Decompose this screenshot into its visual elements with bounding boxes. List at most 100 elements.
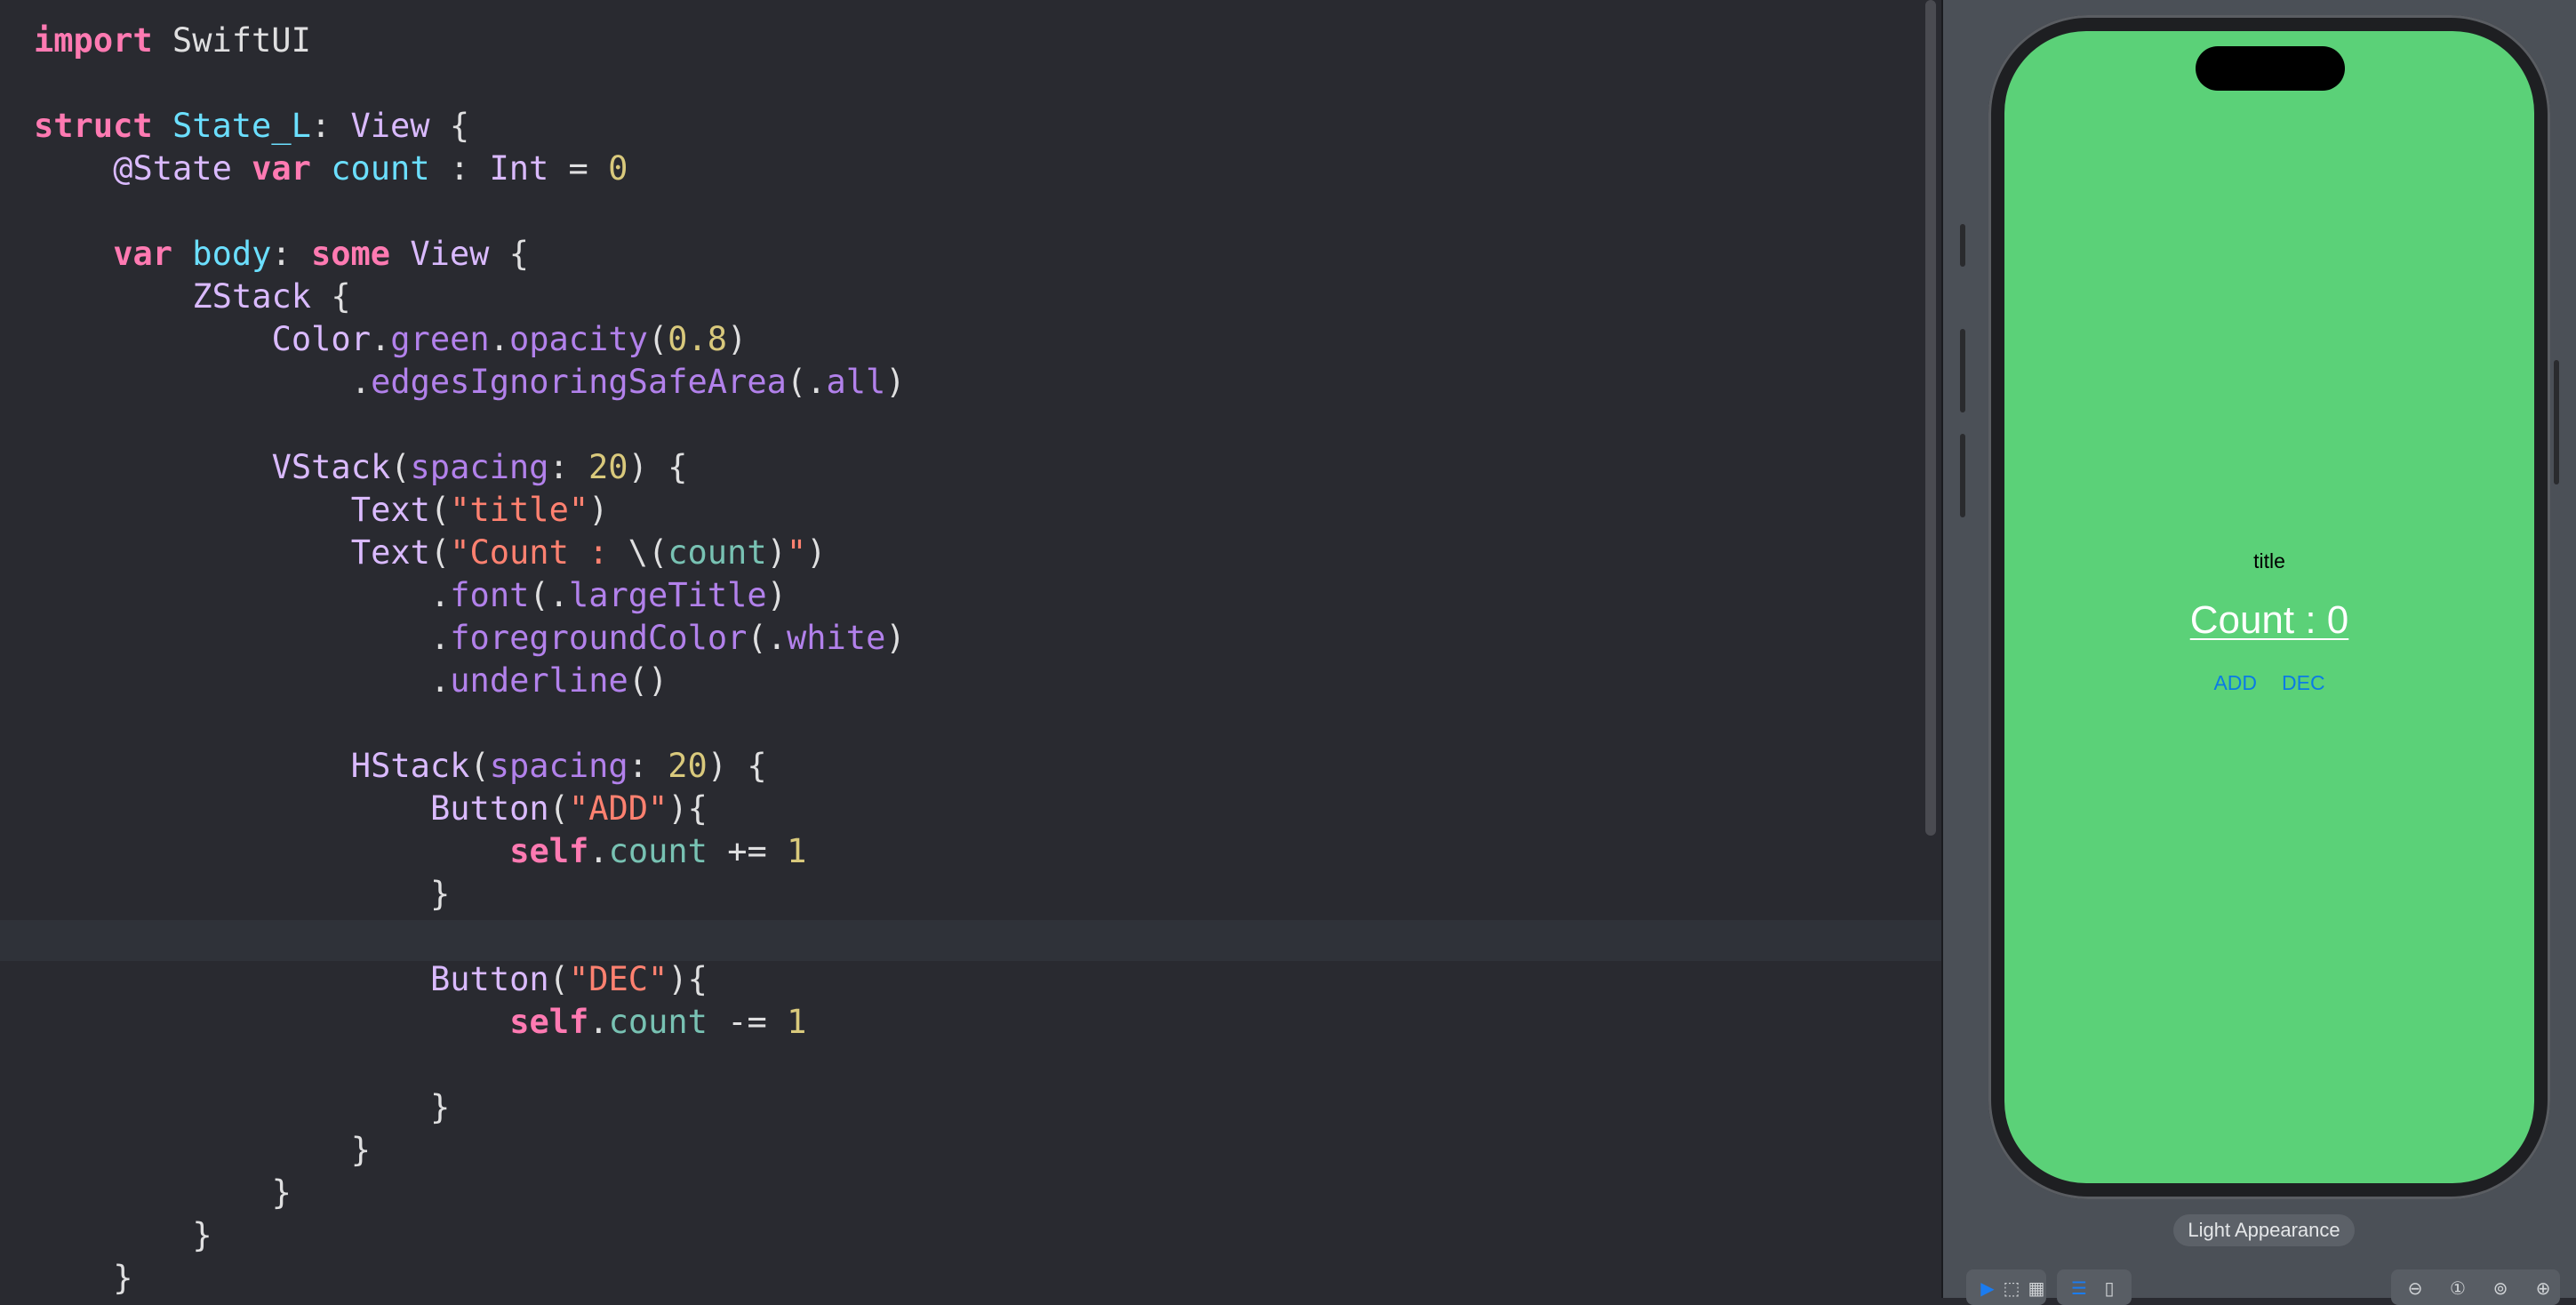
code-token: ){ [668,960,708,998]
code-line: HStack(spacing: 20) { [351,745,767,788]
code-token: edgesIgnoringSafeArea [371,363,787,401]
code-token: ( [647,320,668,358]
action-button [1960,224,1965,267]
code-token: . [489,320,509,358]
code-token: : [271,235,311,273]
code-line: self.count += 1 [509,830,806,873]
code-token: Color [271,320,371,358]
code-line: .edgesIgnoringSafeArea(.all) [351,361,906,404]
code-token: count [608,1003,708,1041]
code-token: Int [489,149,549,188]
preview-canvas: title Count : 0 ADD DEC Light Appearance… [1943,0,2576,1305]
code-line: } [351,1129,371,1172]
code-token: underline [450,661,628,700]
code-line: var body: some View { [113,233,529,276]
code-token: } [113,1259,133,1297]
dec-button[interactable]: DEC [2282,671,2325,695]
code-line: ZStack { [192,276,350,318]
current-line-highlight [0,920,1941,961]
code-token: : [548,448,589,486]
code-token: import [34,21,153,60]
code-token: struct [34,107,153,145]
power-button [2554,360,2559,484]
code-token: ) [885,619,906,657]
title-text: title [2253,549,2285,572]
code-token: ) [885,363,906,401]
code-token: spacing [489,747,628,785]
code-token: { [311,277,351,316]
code-token: SwiftUI [152,21,311,60]
code-token: self [509,1003,589,1041]
code-token: = [548,149,609,188]
editor-scrollbar[interactable] [1925,0,1936,836]
code-token: 20 [588,448,628,486]
zoom-out-icon[interactable]: ⊖ [2405,1278,2425,1298]
code-token: ) [766,533,787,572]
code-token: "title" [450,491,589,529]
zoom-in-icon[interactable]: ⊕ [2533,1278,2553,1298]
code-token: " [786,533,807,572]
code-line: Button("DEC"){ [430,958,708,1001]
code-line: } [272,1172,292,1214]
code-token: } [350,1131,372,1169]
code-token: 1 [787,832,807,870]
code-token: foregroundColor [450,619,748,657]
code-token: ( [429,491,451,529]
code-token: . [350,363,372,401]
code-token: "Count : [450,533,628,572]
device-icon[interactable]: ▯ [2100,1278,2119,1298]
device-settings-icon[interactable]: ☰ [2069,1278,2089,1298]
code-token: . [370,320,391,358]
code-token: : [628,747,668,785]
code-token: all [826,363,886,401]
code-line: import SwiftUI [34,20,311,62]
code-token: ) { [628,448,688,486]
code-token: Text [350,491,430,529]
code-token: ( [469,747,490,785]
variants-icon[interactable]: ▦ [2027,1278,2046,1298]
appearance-badge[interactable]: Light Appearance [2173,1214,2355,1246]
code-line: .font(.largeTitle) [430,574,787,617]
volume-down-button [1960,434,1965,517]
code-token: VStack [271,448,391,486]
add-button[interactable]: ADD [2213,671,2257,695]
selectable-icon[interactable]: ⬚ [2002,1278,2021,1298]
device-settings-group [2057,1269,2132,1305]
code-line: Text("title") [351,489,609,532]
count-label: Count : 0 [2189,598,2349,642]
zoom-fit-icon[interactable]: ⊚ [2491,1278,2510,1298]
code-token: += [707,832,788,870]
code-token: 1 [787,1003,807,1041]
code-token: . [588,1003,609,1041]
code-token: largeTitle [568,576,767,614]
code-token: 0 [608,149,628,188]
code-token: . [430,661,451,700]
code-token: count [608,832,708,870]
dynamic-island [2196,46,2345,91]
code-token: . [430,619,451,657]
code-token: ){ [668,789,708,828]
code-token: . [430,576,451,614]
code-token: ) [726,320,748,358]
code-token: HStack [350,747,470,785]
code-token: green [390,320,490,358]
zoom-actual-icon[interactable]: ① [2448,1278,2468,1298]
code-token: -= [707,1003,788,1041]
code-line: Color.green.opacity(0.8) [272,318,748,361]
code-token: ) { [707,747,767,785]
volume-up-button [1960,329,1965,412]
code-token: some [310,235,391,273]
code-token: ( [548,960,569,998]
code-token: View [350,107,430,145]
code-token: () [628,661,668,700]
live-preview-icon[interactable]: ▶ [1978,1278,1997,1298]
device-screen[interactable]: title Count : 0 ADD DEC [2004,31,2534,1183]
code-editor[interactable]: import SwiftUI struct State_L: View {@Sta… [0,0,1941,1298]
code-token: "DEC" [568,960,668,998]
code-token: View [410,235,490,273]
code-token: var [113,235,173,273]
